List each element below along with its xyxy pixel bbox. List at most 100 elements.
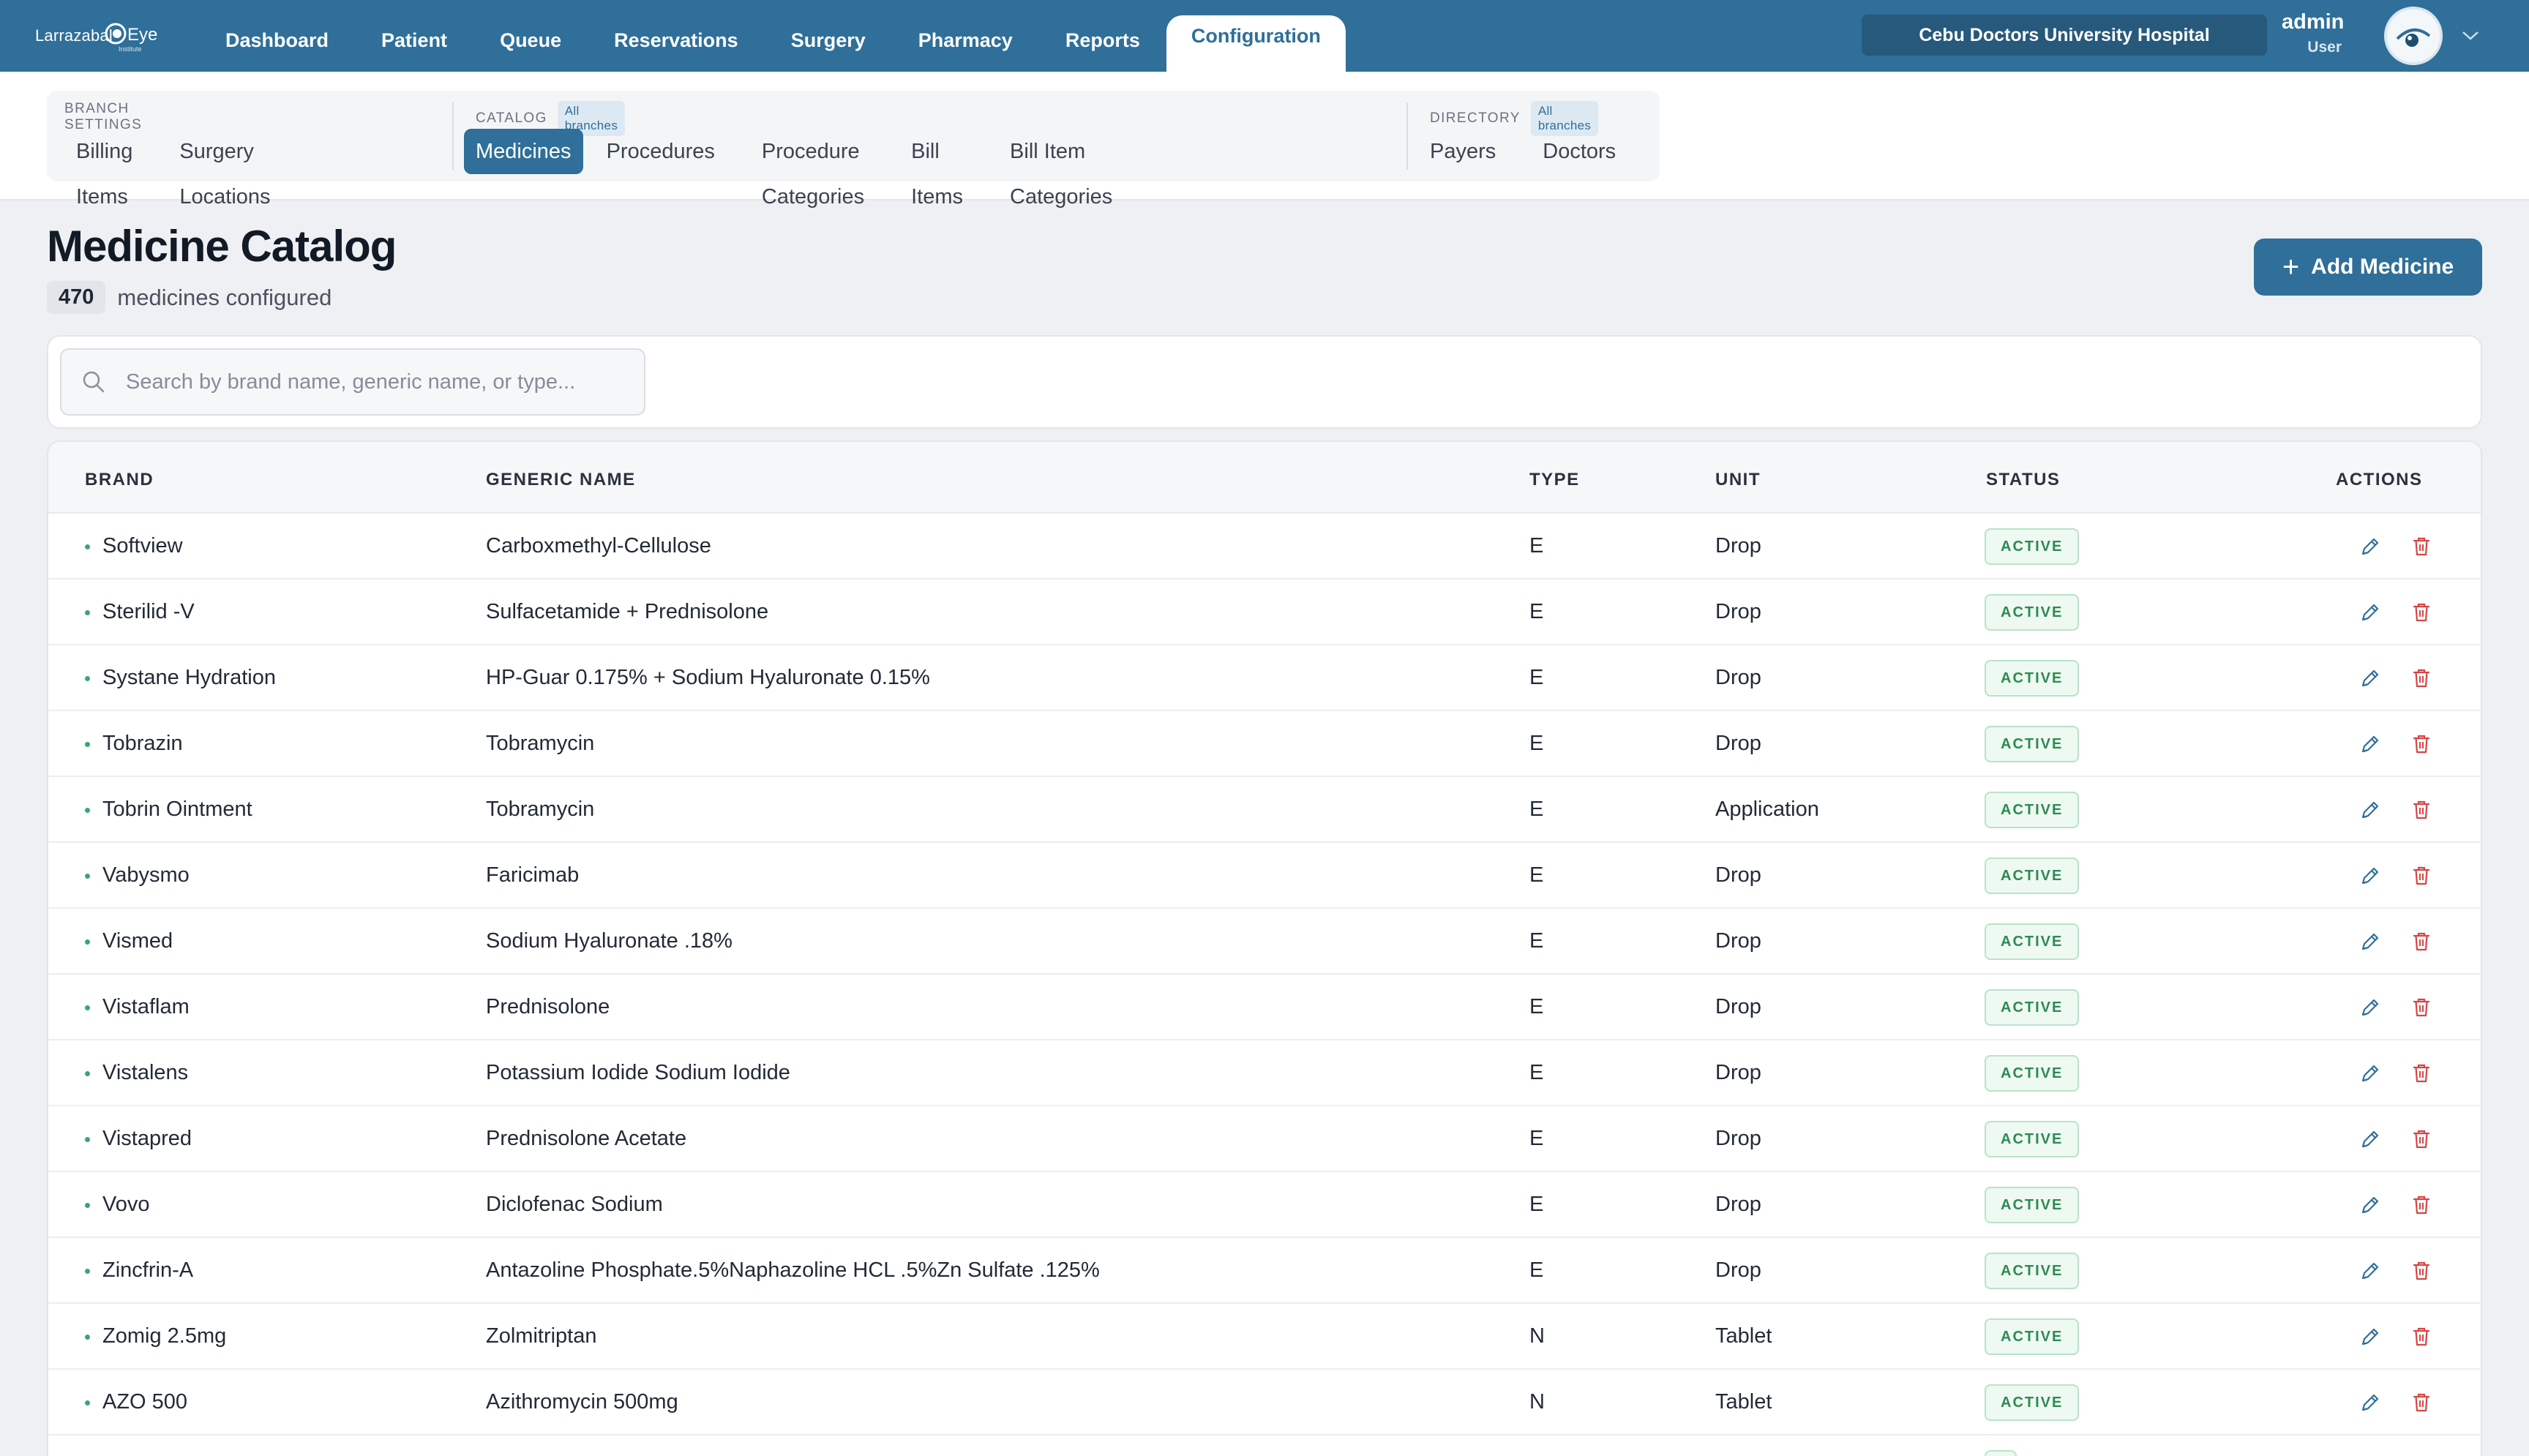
status-badge: ACTIVE [1985,858,2080,894]
nav-dashboard[interactable]: Dashboard [199,0,355,72]
pencil-icon[interactable] [2358,995,2383,1020]
pencil-icon[interactable] [2358,1193,2383,1217]
user-info[interactable]: admin User [2282,10,2344,56]
column-header-brand[interactable]: BRAND [85,470,154,490]
search-box[interactable] [60,348,645,416]
hospital-selector[interactable]: Cebu Doctors University Hospital [1862,15,2267,56]
table-row[interactable]: Tobrazin Tobramycin E Drop ACTIVE [48,711,2481,777]
table-row[interactable]: Vistapred Prednisolone Acetate E Drop AC… [48,1106,2481,1172]
trash-icon[interactable] [2409,666,2434,691]
table-row[interactable]: Vovo Diclofenac Sodium E Drop ACTIVE [48,1172,2481,1238]
brand-cell: Sterilid -V [102,600,195,623]
top-navbar: Larrazabal Eye Institute Dashboard Patie… [0,0,2529,77]
trash-icon[interactable] [2409,995,2434,1020]
nav-patient[interactable]: Patient [355,0,473,72]
avatar[interactable] [2384,7,2443,65]
pencil-icon[interactable] [2358,600,2383,625]
column-header-type[interactable]: TYPE [1529,470,1580,490]
unit-cell: Application [1715,798,1819,821]
pencil-icon[interactable] [2358,863,2383,888]
table-row[interactable]: Vistaflam Prednisolone E Drop ACTIVE [48,975,2481,1040]
tab-procedures[interactable]: Procedures [595,129,727,174]
table-row[interactable]: Zomig 2.5mg Zolmitriptan N Tablet ACTIVE [48,1304,2481,1370]
trash-icon[interactable] [2409,1258,2434,1283]
unit-cell: Drop [1715,995,1761,1018]
tab-surgery-locations[interactable]: Surgery Locations [168,129,282,209]
search-input[interactable] [126,369,623,394]
tab-medicines[interactable]: Medicines [464,129,583,174]
pencil-icon[interactable] [2358,798,2383,822]
unit-cell: Drop [1715,1061,1761,1084]
generic-name-cell: Diclofenac Sodium [486,1193,663,1216]
pencil-icon[interactable] [2358,1390,2383,1415]
nav-reports[interactable]: Reports [1039,0,1166,72]
logo-text-right: Eye [127,25,158,45]
table-row[interactable]: AZO 500 Azithromycin 500mg N Tablet ACTI… [48,1370,2481,1436]
tab-procedure-categories[interactable]: Procedure Categories [750,129,876,209]
brand-cell: Vistalens [102,1061,189,1084]
status-badge: ACTIVE [1985,660,2080,697]
trash-icon[interactable] [2409,1324,2434,1349]
tab-bill-item-categories[interactable]: Bill Item Categories [998,129,1124,209]
avatar-eye-icon [2387,10,2440,62]
divider [1406,102,1408,170]
trash-icon[interactable] [2409,863,2434,888]
column-header-unit[interactable]: UNIT [1715,470,1761,490]
status-dot [85,1269,90,1274]
pencil-icon[interactable] [2358,1061,2383,1086]
pencil-icon[interactable] [2358,1324,2383,1349]
nav-reservations[interactable]: Reservations [588,0,765,72]
generic-name-cell: Sodium Hyaluronate .18% [486,929,733,953]
pencil-icon[interactable] [2358,666,2383,691]
table-row[interactable]: Vabysmo Faricimab E Drop ACTIVE [48,843,2481,909]
column-header-status[interactable]: STATUS [1986,470,2060,490]
tab-billing-items[interactable]: Billing Items [64,129,144,209]
generic-name-cell: Faricimab [486,863,580,887]
pencil-icon[interactable] [2358,1258,2383,1283]
type-cell: E [1529,1127,1544,1150]
logo-small-text: Institute [119,45,142,53]
add-medicine-button[interactable]: + Add Medicine [2254,239,2482,296]
trash-icon[interactable] [2409,1061,2434,1086]
generic-name-cell: Zolmitriptan [486,1324,597,1348]
table-row[interactable]: Sterilid -V Sulfacetamide + Prednisolone… [48,579,2481,645]
pencil-icon[interactable] [2358,732,2383,757]
table-row[interactable]: Vismed Sodium Hyaluronate .18% E Drop AC… [48,909,2481,975]
brand-cell: Tobrazin [102,732,183,755]
nav-configuration[interactable]: Configuration [1166,15,1346,77]
nav-queue[interactable]: Queue [473,0,588,72]
type-cell: E [1529,798,1544,821]
generic-name-cell: HP-Guar 0.175% + Sodium Hyaluronate 0.15… [486,666,930,689]
nav-pharmacy[interactable]: Pharmacy [892,0,1039,72]
nav-surgery[interactable]: Surgery [765,0,892,72]
unit-cell: Drop [1715,666,1761,689]
pencil-icon[interactable] [2358,534,2383,559]
table-row[interactable]: Tobrin Ointment Tobramycin E Application… [48,777,2481,843]
generic-name-cell: Carboxmethyl-Cellulose [486,534,711,558]
unit-cell: Drop [1715,863,1761,887]
status-dot [85,808,90,813]
trash-icon[interactable] [2409,600,2434,625]
tab-bill-items[interactable]: Bill Items [899,129,975,209]
trash-icon[interactable] [2409,732,2434,757]
app-logo[interactable]: Larrazabal Eye Institute [32,18,157,57]
trash-icon[interactable] [2409,534,2434,559]
chevron-down-icon[interactable] [2460,26,2481,44]
table-row[interactable]: Softview Carboxmethyl-Cellulose E Drop A… [48,514,2481,579]
table-row[interactable]: Systane Hydration HP-Guar 0.175% + Sodiu… [48,645,2481,711]
trash-icon[interactable] [2409,1127,2434,1152]
column-header-generic-name[interactable]: GENERIC NAME [486,470,636,490]
table-row[interactable]: Zincfrin-A Antazoline Phosphate.5%Naphaz… [48,1238,2481,1304]
tab-payers[interactable]: Payers [1418,129,1507,174]
table-row[interactable] [48,1436,2481,1456]
trash-icon[interactable] [2409,1193,2434,1217]
table-header: BRAND GENERIC NAME TYPE UNIT STATUS ACTI… [48,442,2481,514]
brand-cell: AZO 500 [102,1390,188,1414]
trash-icon[interactable] [2409,1390,2434,1415]
table-row[interactable]: Vistalens Potassium Iodide Sodium Iodide… [48,1040,2481,1106]
trash-icon[interactable] [2409,929,2434,954]
pencil-icon[interactable] [2358,1127,2383,1152]
trash-icon[interactable] [2409,798,2434,822]
tab-doctors[interactable]: Doctors [1531,129,1627,174]
pencil-icon[interactable] [2358,929,2383,954]
